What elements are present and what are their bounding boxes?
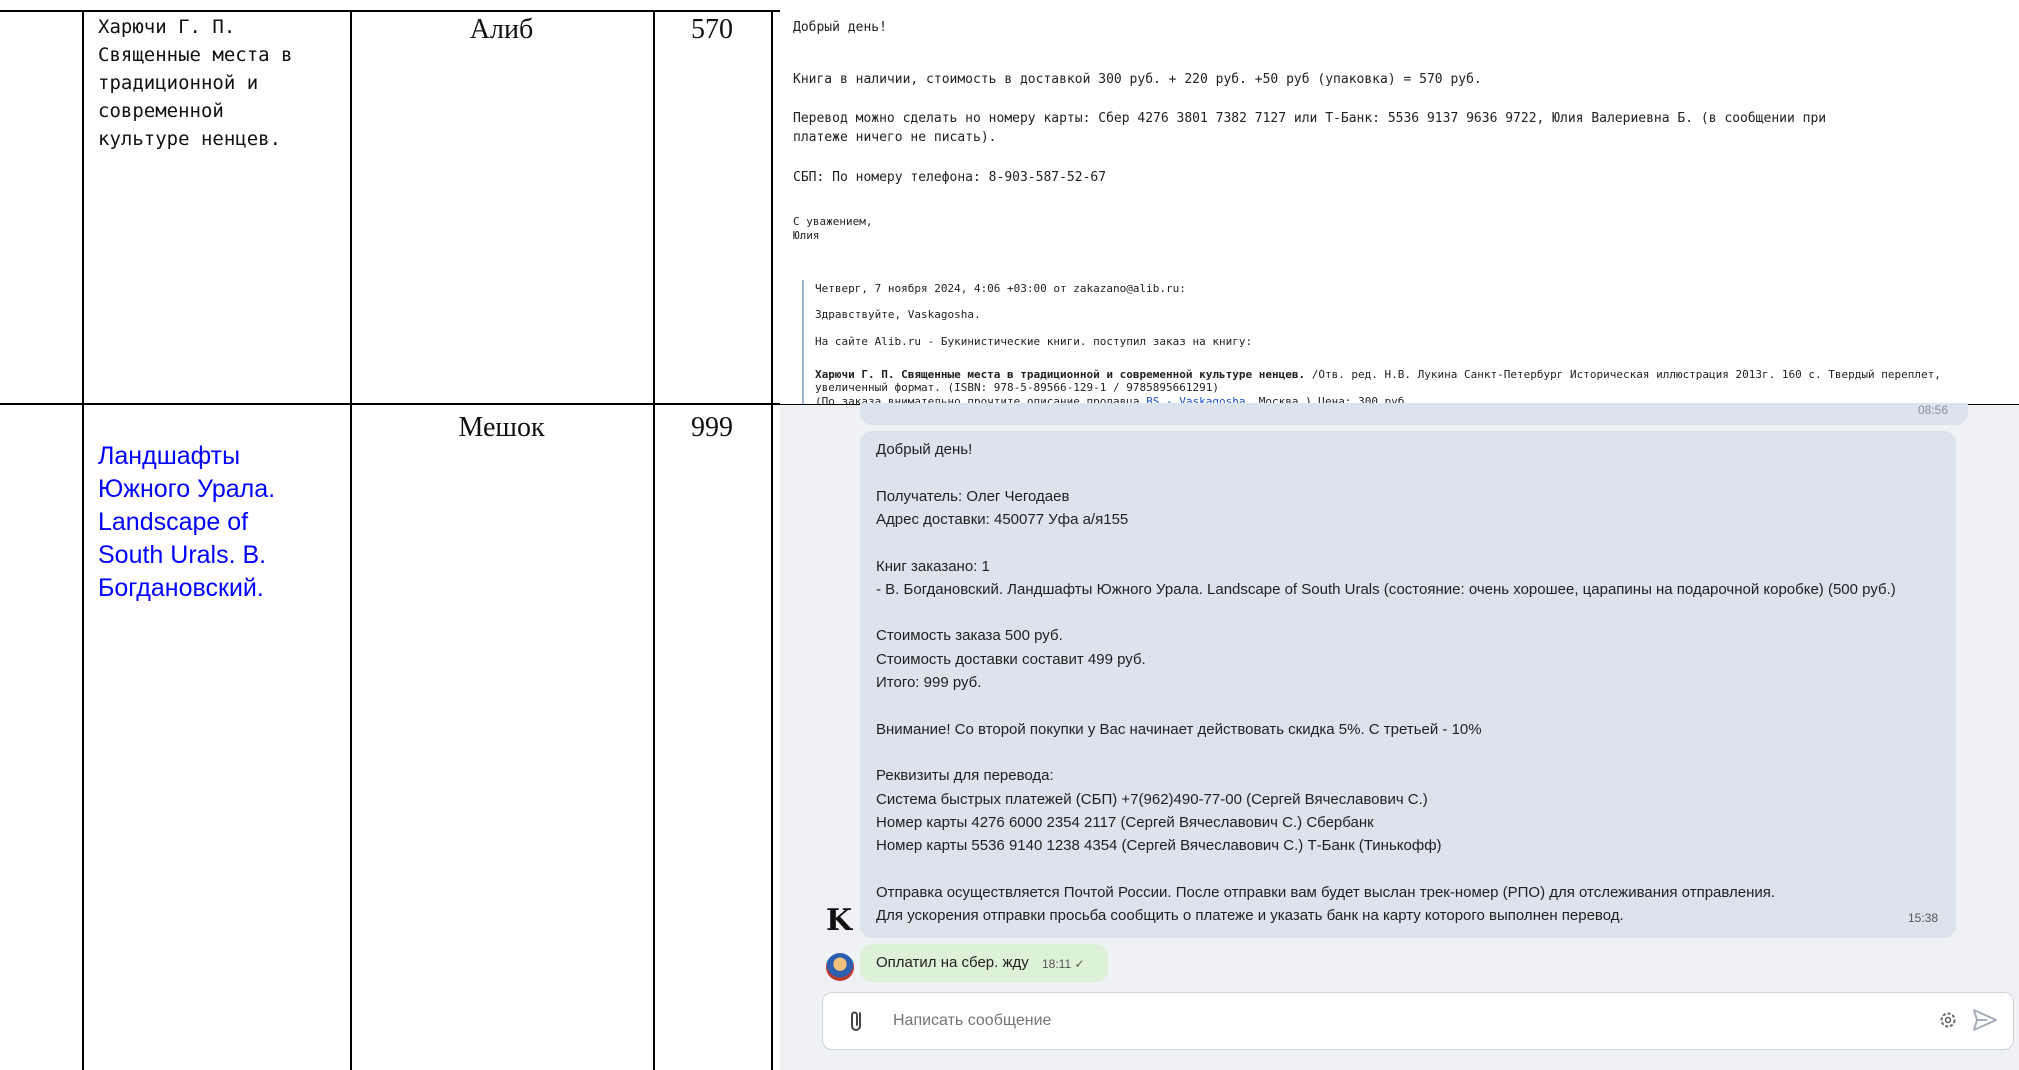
seller-message-line: Система быстрых платежей (СБП) +7(962)49… (876, 790, 1428, 808)
col-border-3 (653, 10, 655, 1070)
col-border-2 (350, 10, 352, 1070)
email-transfer-line-1: Перевод можно сделать но номеру карты: С… (793, 111, 1827, 126)
quote-book-details: /Отв. ред. Н.В. Лукина Санкт-Петербург И… (1305, 368, 1941, 381)
col-border-4 (771, 10, 773, 1070)
seller-message-line: Для ускорения отправки просьба сообщить … (876, 907, 1624, 924)
message-input[interactable] (891, 1005, 1875, 1037)
quote-book-line-1: Харючи Г. П. Священные места в традицион… (815, 368, 1941, 381)
row-1-title-line: традиционной и (98, 72, 259, 94)
read-check-icon: ✓ (1074, 957, 1085, 971)
seller-message-line: Стоимость заказа 500 руб. (876, 627, 1063, 645)
seller-message-line: Отправка осуществляется Почтой России. П… (876, 883, 1776, 901)
seller-message-line: Книг заказано: 1 (876, 557, 990, 575)
user-reply-text: Оплатил на сбер. жду (876, 954, 1029, 971)
row-2-title-line: Богдановский. (98, 574, 264, 602)
email-greeting: Добрый день! (793, 20, 887, 35)
row-2-title-line: South Urals. В. (98, 541, 267, 569)
seller-message-line: Реквизиты для перевода: (876, 767, 1054, 785)
email-transfer-line-2: платеже ничего не писать). (793, 130, 997, 145)
seller-message-line: Стоимость доставки составит 499 руб. (876, 650, 1146, 668)
row-1-title: Харючи Г. П. Священные места в традицион… (98, 13, 292, 153)
row-1-title-line: современной (98, 100, 224, 122)
row-1-title-line: Харючи Г. П. (98, 16, 236, 38)
row-1-title-line: культуре ненцев. (98, 128, 282, 150)
table-top-border (0, 10, 780, 12)
email-sbp: СБП: По номеру телефона: 8-903-587-52-67 (793, 170, 1107, 185)
seller-message-line: - В. Богдановский. Ландшафты Южного Урал… (876, 580, 1896, 598)
previous-message-bubble-edge (860, 403, 1968, 425)
seller-message-line: Добрый день! (876, 441, 973, 458)
row-2-title-line: Южного Урала. (98, 475, 276, 503)
quote-book-title: Харючи Г. П. Священные места в традицион… (815, 368, 1306, 381)
send-icon[interactable] (1971, 1007, 1999, 1033)
settings-gear-icon[interactable] (1937, 1009, 1959, 1031)
user-reply-time: 18:11 ✓ (1042, 957, 1085, 971)
row-2-price: 999 (691, 412, 733, 443)
seller-message-bubble (860, 431, 1956, 938)
quote-order: На сайте Alib.ru - Букинистические книги… (815, 335, 1253, 348)
seller-message-line: Номер карты 5536 9140 1238 4354 (Сергей … (876, 837, 1442, 855)
row-2-seller: Мешок (458, 412, 545, 443)
user-avatar (826, 953, 854, 981)
seller-message-line: Получатель: Олег Чегодаев (876, 487, 1070, 505)
email-sign-2: Юлия (793, 229, 820, 242)
seller-message-time: 15:38 (1908, 911, 1939, 925)
row-2-title-line: Landscape of (98, 508, 249, 536)
row-2-title-link[interactable]: Ландшафты Южного Урала. Landscape of Sou… (98, 440, 275, 605)
quote-header: Четверг, 7 ноября 2024, 4:06 +03:00 от z… (815, 282, 1186, 295)
seller-message-line: Внимание! Со второй покупки у Вас начина… (876, 720, 1482, 738)
previous-message-time: 08:56 (1918, 403, 1949, 417)
email-sign-1: С уважением, (793, 215, 873, 228)
email-availability: Книга в наличии, стоимость в доставкой 3… (793, 72, 1482, 87)
email-screenshot: Добрый день! Книга в наличии, стоимость … (780, 12, 2019, 404)
col-border-1 (82, 10, 84, 1070)
seller-message-line: Адрес доставки: 450077 Уфа а/я155 (876, 510, 1129, 528)
attach-icon[interactable] (845, 1007, 869, 1035)
seller-message-line: Итого: 999 руб. (876, 674, 982, 691)
quote-book-line-2: увеличенный формат. (ISBN: 978-5-89566-1… (815, 381, 1219, 394)
row-1-seller: Алиб (469, 14, 534, 45)
quote-hello: Здравствуйте, Vaskagosha. (815, 308, 981, 321)
seller-message-line: Номер карты 4276 6000 2354 2117 (Сергей … (876, 813, 1374, 831)
row-2-title-line: Ландшафты (98, 442, 241, 470)
seller-avatar-letter: K (826, 903, 853, 938)
seller-avatar: K (826, 906, 852, 936)
row-1-title-line: Священные места в (98, 44, 293, 66)
row-1-price: 570 (691, 14, 733, 45)
message-input-bar (822, 992, 2014, 1050)
quote-bar (802, 280, 804, 404)
user-reply-time-text: 18:11 (1042, 957, 1072, 971)
